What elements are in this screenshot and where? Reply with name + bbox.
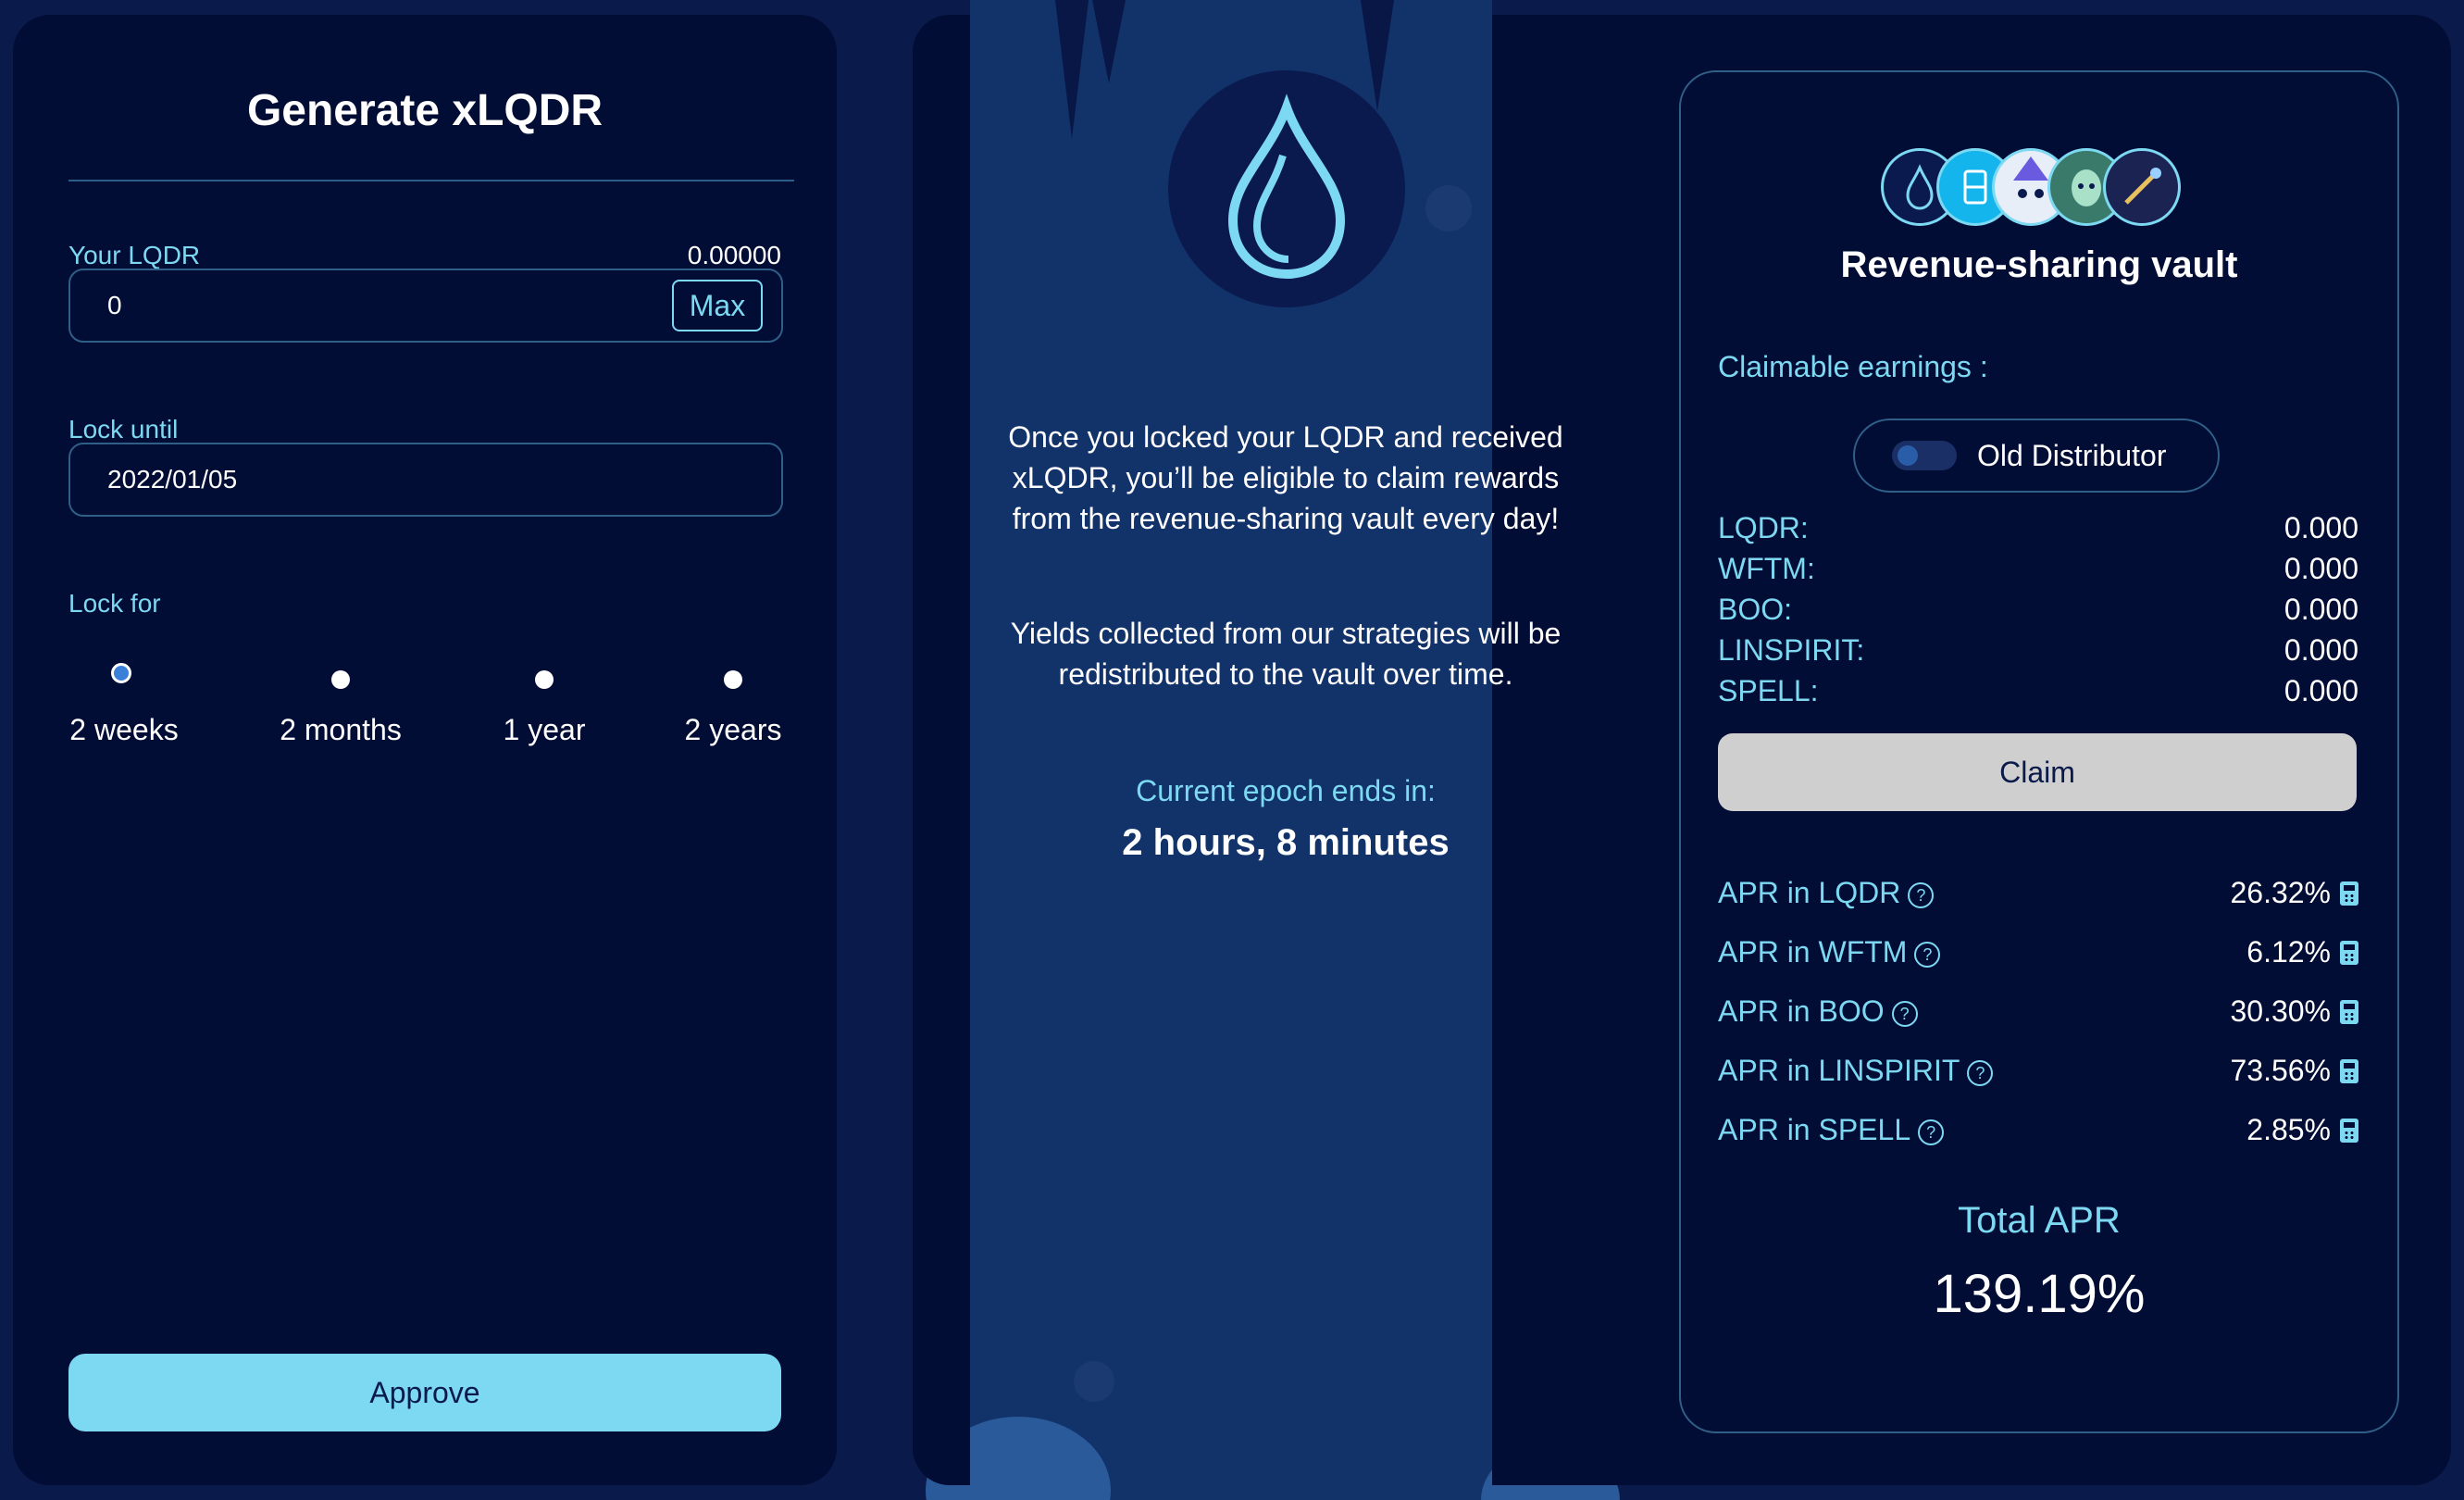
- toggle-switch[interactable]: [1892, 441, 1957, 470]
- max-button[interactable]: Max: [672, 280, 763, 331]
- earning-amount: 0.000: [2284, 633, 2358, 667]
- earning-token: LQDR:: [1718, 511, 1809, 544]
- panel-fill-left: [913, 15, 970, 1485]
- lqdr-balance: 0.00000: [687, 241, 781, 269]
- divider: [68, 180, 794, 181]
- apr-value: 26.32%: [2230, 876, 2331, 909]
- apr-row: APR in BOO? 30.30%: [1718, 994, 2358, 1035]
- earning-row: SPELL: 0.000: [1718, 674, 2358, 715]
- claim-button[interactable]: Claim: [1718, 733, 2357, 811]
- earning-token: BOO:: [1718, 593, 1793, 626]
- claimable-label: Claimable earnings :: [1718, 350, 1988, 383]
- apr-row: APR in SPELL? 2.85%: [1718, 1113, 2358, 1154]
- help-icon[interactable]: ?: [1914, 941, 1941, 968]
- amount-field[interactable]: 0 Max: [68, 269, 783, 343]
- lock-until-field[interactable]: 2022/01/05: [68, 443, 783, 517]
- earning-row: LQDR: 0.000: [1718, 511, 2358, 552]
- radio-label-2-months[interactable]: 2 months: [280, 713, 402, 747]
- total-apr-value: 139.19%: [1933, 1264, 2146, 1324]
- calculator-icon[interactable]: [2340, 1059, 2358, 1083]
- radio-1-year[interactable]: [535, 670, 554, 689]
- flame-drop-icon: [1227, 94, 1346, 280]
- help-icon[interactable]: ?: [1967, 1059, 1994, 1086]
- earning-row: BOO: 0.000: [1718, 593, 2358, 633]
- total-apr-label: Total APR: [1958, 1200, 2121, 1241]
- approve-button[interactable]: Approve: [68, 1354, 781, 1431]
- radio-2-years[interactable]: [724, 670, 742, 689]
- calculator-icon[interactable]: [2340, 1000, 2358, 1024]
- earning-amount: 0.000: [2284, 593, 2358, 626]
- toggle-knob: [1898, 445, 1918, 466]
- apr-row: APR in WFTM? 6.12%: [1718, 935, 2358, 976]
- radio-label-1-year[interactable]: 1 year: [504, 713, 586, 747]
- lock-for-label: Lock for: [68, 589, 161, 618]
- help-icon[interactable]: ?: [1918, 1119, 1945, 1145]
- apr-label: APR in SPELL: [1718, 1113, 1911, 1146]
- earning-amount: 0.000: [2284, 511, 2358, 544]
- info-line: from the revenue-sharing vault every day…: [1012, 502, 1560, 535]
- apr-row: APR in LINSPIRIT? 73.56%: [1718, 1054, 2358, 1094]
- apr-row: APR in LQDR? 26.32%: [1718, 876, 2358, 917]
- revenue-sharing-vault-card: Revenue-sharing vault Claimable earnings…: [1679, 70, 2399, 1433]
- lqdr-logo: [1168, 70, 1405, 307]
- lqdr-label: Your LQDR: [68, 241, 201, 269]
- earning-row: LINSPIRIT: 0.000: [1718, 633, 2358, 674]
- apr-label: APR in LQDR: [1718, 876, 1901, 909]
- info-line: xLQDR, you’ll be eligible to claim rewar…: [1012, 461, 1560, 494]
- earning-amount: 0.000: [2284, 674, 2358, 707]
- earning-token: LINSPIRIT:: [1718, 633, 1865, 667]
- apr-label: APR in LINSPIRIT: [1718, 1054, 1960, 1087]
- apr-value: 30.30%: [2230, 994, 2331, 1028]
- info-line: redistributed to the vault over time.: [1058, 657, 1513, 691]
- vault-title: Revenue-sharing vault: [1840, 244, 2238, 285]
- apr-value: 73.56%: [2230, 1054, 2331, 1087]
- spell-icon: [2103, 148, 2181, 226]
- calculator-icon[interactable]: [2340, 941, 2358, 965]
- info-paragraph-1: Once you locked your LQDR and received x…: [970, 417, 1601, 539]
- old-distributor-toggle[interactable]: Old Distributor: [1853, 419, 2220, 493]
- apr-label: APR in WFTM: [1718, 935, 1908, 969]
- info-paragraph-2: Yields collected from our strategies wil…: [970, 613, 1601, 694]
- radio-label-2-years[interactable]: 2 years: [685, 713, 782, 747]
- apr-label: APR in BOO: [1718, 994, 1885, 1028]
- help-icon[interactable]: ?: [1891, 1000, 1918, 1027]
- lock-until-label: Lock until: [68, 415, 179, 444]
- calculator-icon[interactable]: [2340, 1119, 2358, 1143]
- calculator-icon[interactable]: [2340, 881, 2358, 906]
- earning-token: WFTM:: [1718, 552, 1815, 585]
- lock-until-input[interactable]: 2022/01/05: [107, 465, 237, 494]
- info-line: Once you locked your LQDR and received: [1008, 420, 1563, 454]
- earning-token: SPELL:: [1718, 674, 1819, 707]
- amount-input[interactable]: 0: [107, 291, 122, 320]
- earning-amount: 0.000: [2284, 552, 2358, 585]
- panel-title: Generate xLQDR: [246, 86, 604, 135]
- generate-panel: Generate xLQDR Your LQDR 0.00000 0 Max L…: [13, 15, 837, 1485]
- earning-row: WFTM: 0.000: [1718, 552, 2358, 593]
- radio-2-weeks[interactable]: [111, 663, 131, 683]
- apr-value: 2.85%: [2246, 1113, 2331, 1146]
- radio-label-2-weeks[interactable]: 2 weeks: [69, 713, 178, 747]
- epoch-countdown: 2 hours, 8 minutes: [1122, 822, 1450, 863]
- apr-value: 6.12%: [2246, 935, 2331, 969]
- epoch-label: Current epoch ends in:: [1136, 774, 1436, 807]
- radio-2-months[interactable]: [331, 670, 350, 689]
- help-icon[interactable]: ?: [1908, 881, 1935, 908]
- distributor-label[interactable]: Old Distributor: [1977, 439, 2167, 473]
- info-line: Yields collected from our strategies wil…: [1010, 617, 1562, 650]
